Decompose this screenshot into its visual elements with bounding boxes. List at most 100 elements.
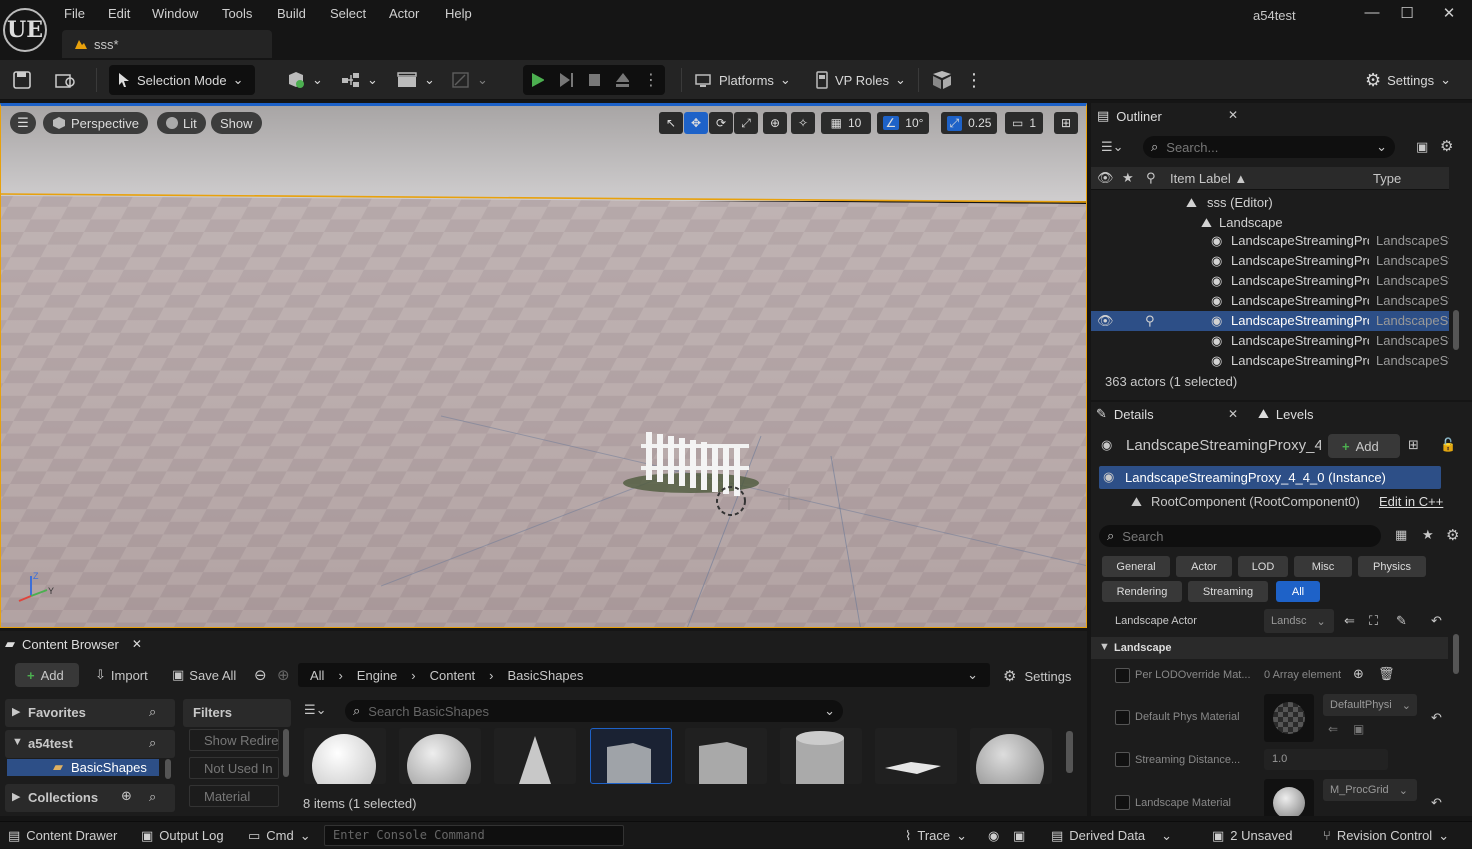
visibility-eye-icon[interactable]: 👁 (1097, 170, 1114, 186)
edit-cpp-link[interactable]: Edit in C++ (1379, 494, 1443, 509)
outliner-row[interactable]: ◉ LandscapeStreamingPro LandscapeSt (1091, 291, 1449, 311)
lod-override-checkbox[interactable] (1115, 668, 1130, 683)
landscape-material-thumbnail[interactable] (1264, 779, 1314, 816)
phys-material-thumbnail[interactable] (1264, 694, 1314, 742)
rotate-tool-icon[interactable]: ⟳ (709, 112, 733, 134)
modeling-tools-icon[interactable] (931, 65, 953, 95)
selection-mode-dropdown[interactable]: Selection Mode ⌄ (109, 65, 255, 95)
back-icon[interactable]: ⊖ (254, 666, 267, 684)
select-tool-icon[interactable]: ↖ (659, 112, 683, 134)
outliner-scrollbar[interactable] (1453, 310, 1459, 350)
outliner-row[interactable]: ◉ LandscapeStreamingPro LandscapeSt (1091, 271, 1449, 291)
outliner-row[interactable]: 👁 ⚲ ◉ LandscapeStreamingPro LandscapeSt (1091, 311, 1449, 331)
basicshapes-folder[interactable]: ▰ BasicShapes (7, 759, 159, 776)
advance-frame-icon[interactable] (558, 71, 573, 89)
level-tab[interactable]: sss* (62, 30, 272, 58)
reset-icon[interactable]: ↶ (1431, 613, 1442, 629)
col-type[interactable]: Type (1373, 171, 1401, 186)
landscape-actor-dropdown[interactable]: Landsc ⌄ (1264, 609, 1334, 633)
outliner-tab[interactable]: ▤ Outliner (1097, 104, 1162, 128)
streaming-distance-input[interactable]: 1.0 (1264, 749, 1388, 770)
forward-icon[interactable]: ⊕ (277, 666, 290, 684)
instance-row[interactable]: ◉ LandscapeStreamingProxy_4_4_0 (Instanc… (1099, 466, 1441, 489)
menu-actor[interactable]: Actor (389, 6, 419, 21)
menu-file[interactable]: File (64, 6, 85, 21)
category-rendering[interactable]: Rendering (1102, 581, 1182, 602)
add-collection-icon[interactable]: ⊕ (121, 788, 132, 804)
table-view-icon[interactable]: ▦ (1395, 527, 1407, 543)
unreal-logo-icon[interactable]: UE (3, 8, 47, 52)
blueprint-button[interactable]: ⌄ (341, 65, 378, 95)
viewport-options-button[interactable]: ☰ (10, 112, 36, 134)
visibility-eye-icon[interactable]: 👁 (1097, 313, 1114, 329)
landscape-material-dropdown[interactable]: M_ProcGrid ⌄ (1323, 779, 1417, 801)
add-folder-icon[interactable]: ▣ (1416, 139, 1428, 155)
close-outliner-icon[interactable]: ✕ (1228, 108, 1238, 122)
close-details-icon[interactable]: ✕ (1228, 407, 1238, 421)
translate-tool-icon[interactable]: ✥ (684, 112, 708, 134)
scale-tool-icon[interactable]: ⤢ (734, 112, 758, 134)
use-selected-icon[interactable]: ⇐ (1328, 722, 1338, 736)
asset-plane[interactable] (875, 728, 957, 784)
lock-icon[interactable]: 🔓 (1440, 437, 1456, 453)
cb-add-button[interactable]: + Add (15, 663, 79, 687)
unsaved-button[interactable]: ▣ 2 Unsaved (1212, 822, 1292, 849)
menu-build[interactable]: Build (277, 6, 306, 21)
asset-filter-icon[interactable]: ☰⌄ (304, 702, 327, 718)
favorites-section[interactable]: ▶ Favorites ⌕ (5, 699, 175, 727)
category-physics[interactable]: Physics (1358, 556, 1426, 577)
modes-button[interactable]: ⌄ (451, 65, 488, 95)
project-section[interactable]: ▼ a54test ⌕ (5, 730, 175, 758)
category-streaming[interactable]: Streaming (1188, 581, 1268, 602)
trash-icon[interactable]: 🗑 (1378, 666, 1395, 682)
pin-icon[interactable]: ⚲ (1146, 170, 1156, 186)
asset-sphere-textured[interactable] (399, 728, 481, 784)
asset-cylinder[interactable] (780, 728, 862, 784)
breadcrumb-all[interactable]: All (310, 668, 324, 683)
chevron-down-icon[interactable]: ⌄ (967, 667, 978, 683)
camera-speed-button[interactable]: ▭ 1 (1005, 112, 1043, 134)
details-search-input[interactable]: ⌕ Search (1099, 525, 1381, 547)
asset-cone[interactable] (494, 728, 576, 784)
details-scrollbar[interactable] (1453, 634, 1459, 674)
phys-material-dropdown[interactable]: DefaultPhysi ⌄ (1323, 694, 1417, 716)
level-viewport[interactable]: ☰ Perspective Lit Show ↖ ✥ ⟳ ⤢ ⊕ ✧ ▦ 10 ∠… (0, 103, 1087, 628)
stop-icon[interactable] (587, 72, 601, 88)
use-selected-icon[interactable]: ⇐ (1344, 613, 1355, 629)
menu-help[interactable]: Help (445, 6, 472, 21)
browse-level-icon[interactable] (54, 65, 78, 95)
sources-scrollbar[interactable] (165, 759, 171, 779)
streaming-distance-checkbox[interactable] (1115, 752, 1130, 767)
menu-edit[interactable]: Edit (108, 6, 130, 21)
search-icon[interactable]: ⌕ (149, 789, 156, 805)
browse-icon[interactable]: ▣ (1353, 722, 1364, 736)
content-browser-tab[interactable]: ▰ Content Browser ✕ (5, 632, 142, 656)
select-actor-icon[interactable]: ⛶ (1369, 613, 1378, 629)
levels-tab[interactable]: ⛰ Levels (1258, 402, 1314, 426)
surface-snap-icon[interactable]: ✧ (791, 112, 815, 134)
breadcrumb-content[interactable]: Content (430, 668, 476, 683)
collections-section[interactable]: ▶ Collections ⊕ ⌕ (5, 784, 175, 812)
outliner-row[interactable]: ◉ LandscapeStreamingPro LandscapeSt (1091, 251, 1449, 271)
screenshot-icon[interactable]: ▣ (1013, 822, 1025, 849)
menu-select[interactable]: Select (330, 6, 366, 21)
grid-snap-button[interactable]: ▦ 10 (821, 112, 871, 134)
output-log-button[interactable]: ▣ Output Log (141, 822, 224, 849)
asset-cube-selected[interactable] (590, 728, 672, 784)
reset-icon[interactable]: ↶ (1431, 795, 1442, 811)
filter-icon[interactable]: ☰⌄ (1101, 139, 1124, 155)
category-actor[interactable]: Actor (1176, 556, 1232, 577)
cinematics-button[interactable]: ⌄ (396, 65, 435, 95)
root-component-label[interactable]: RootComponent (RootComponent0) (1151, 494, 1360, 509)
category-all[interactable]: All (1276, 581, 1320, 602)
landscape-material-checkbox[interactable] (1115, 795, 1130, 810)
pin-icon[interactable]: ⚲ (1145, 313, 1155, 329)
category-general[interactable]: General (1102, 556, 1170, 577)
play-icon[interactable] (529, 71, 544, 89)
outliner-folder-row[interactable]: ⛰ Landscape (1091, 213, 1449, 233)
rotation-snap-button[interactable]: ∠ 10° (877, 112, 929, 134)
play-options-icon[interactable]: ⋮ (643, 70, 659, 90)
search-icon[interactable]: ⌕ (149, 704, 156, 720)
asset-shape-sphere[interactable] (970, 728, 1052, 784)
viewport-layout-icon[interactable]: ⊞ (1054, 112, 1078, 134)
